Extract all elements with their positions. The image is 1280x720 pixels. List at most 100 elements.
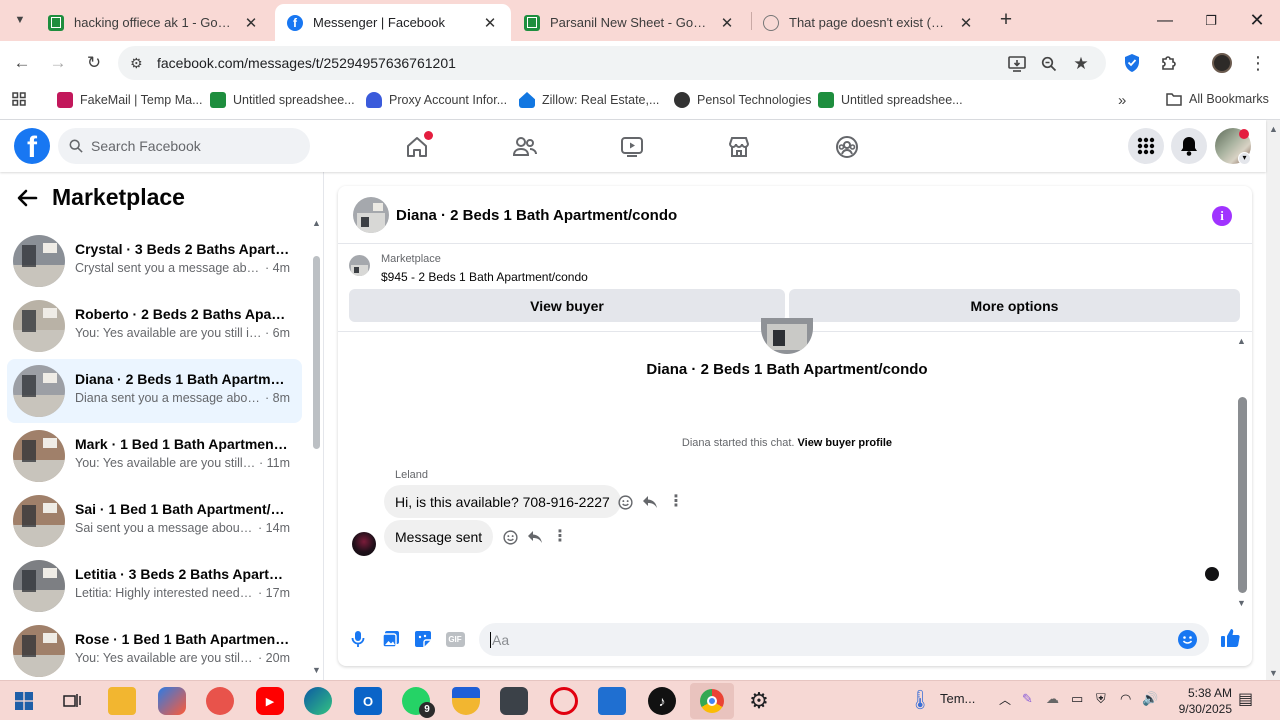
whatsapp-icon[interactable]: 9	[402, 687, 435, 718]
chrome-taskbar-button[interactable]	[690, 683, 734, 719]
conversation-item[interactable]: Rose · 1 Bed 1 Bath Apartment/condo You: …	[7, 619, 302, 683]
pen-icon[interactable]: ✎	[1022, 691, 1033, 707]
conversation-avatar[interactable]	[13, 625, 65, 677]
microsoft-store-icon[interactable]	[598, 687, 626, 715]
system-clock[interactable]: 5:38 AM 9/30/2025	[1166, 685, 1232, 717]
outlook-icon[interactable]: O	[354, 687, 382, 715]
scroll-up-arrow-icon[interactable]: ▲	[312, 218, 321, 228]
view-buyer-button[interactable]: View buyer	[349, 289, 785, 322]
scroll-down-arrow-icon[interactable]: ▼	[312, 665, 321, 675]
more-options-button[interactable]: More options	[789, 289, 1240, 322]
notifications-button[interactable]	[1171, 128, 1207, 164]
chrome-menu-icon[interactable]: ⋮	[1244, 49, 1272, 77]
minimize-icon[interactable]: —	[1142, 0, 1188, 41]
tab-sheets-2[interactable]: Parsanil New Sheet - Google Drive ✕	[512, 4, 748, 41]
listing-avatar[interactable]	[353, 197, 389, 233]
opera-icon[interactable]	[550, 687, 578, 715]
conversation-avatar[interactable]	[13, 300, 65, 352]
more-actions-icon[interactable]: ⋮	[667, 492, 685, 510]
site-settings-icon[interactable]: ⚙	[130, 55, 143, 72]
volume-icon[interactable]: 🔊	[1142, 691, 1158, 707]
show-hidden-icons-chevron-icon[interactable]: ︿	[999, 691, 1011, 708]
edge-icon[interactable]	[304, 687, 332, 715]
battery-saver-icon[interactable]: ▭	[1071, 691, 1083, 707]
conversation-title[interactable]: Diana · 2 Beds 1 Bath Apartment/condo	[396, 207, 677, 224]
tab-sheets-1[interactable]: hacking offiece ak 1 - Google Sheets ✕	[36, 4, 272, 41]
nav-home[interactable]	[400, 130, 434, 164]
close-icon[interactable]: ✕	[481, 14, 499, 32]
back-icon[interactable]: ←	[8, 49, 36, 77]
tab-search-chevron-icon[interactable]: ▼	[6, 6, 34, 34]
search-facebook-input[interactable]: Search Facebook	[58, 128, 310, 164]
nav-watch[interactable]	[615, 130, 649, 164]
new-tab-icon[interactable]: +	[992, 6, 1020, 34]
bookmark-zillow[interactable]: Zillow: Real Estate,...	[519, 92, 659, 108]
emoji-icon[interactable]	[1178, 630, 1197, 649]
zoom-icon[interactable]	[1038, 53, 1060, 75]
more-actions-icon[interactable]: ⋮	[551, 527, 569, 545]
chevron-down-icon[interactable]: ▾	[1238, 152, 1251, 165]
info-icon[interactable]: i	[1212, 206, 1232, 226]
scroll-up-arrow-icon[interactable]: ▲	[1237, 336, 1246, 346]
sender-avatar[interactable]	[352, 532, 376, 556]
bookmark-fakemail[interactable]: FakeMail | Temp Ma...	[57, 92, 203, 108]
reload-icon[interactable]: ↻	[80, 49, 108, 77]
bookmark-spreadsheet-1[interactable]: Untitled spreadshee...	[210, 92, 355, 108]
close-icon[interactable]: ✕	[957, 14, 975, 32]
facebook-logo[interactable]: f	[14, 128, 50, 164]
page-scrollbar[interactable]: ▲ ▼	[1266, 120, 1280, 680]
profile-avatar[interactable]	[1208, 49, 1236, 77]
message-bubble[interactable]: Hi, is this available? 708-916-2227	[384, 485, 621, 518]
conversation-avatar[interactable]	[13, 430, 65, 482]
conversation-item[interactable]: Letitia · 3 Beds 2 Baths Apartment/condo…	[7, 554, 302, 618]
shield-extension-icon[interactable]	[1118, 49, 1146, 77]
close-icon[interactable]: ✕	[242, 14, 260, 32]
conversation-avatar[interactable]	[13, 495, 65, 547]
app-icon[interactable]	[206, 687, 234, 715]
gif-icon[interactable]: GIF	[444, 628, 466, 650]
microphone-icon[interactable]	[347, 628, 369, 650]
url-text[interactable]: facebook.com/messages/t/2529495763676120…	[157, 55, 456, 71]
address-bar[interactable]: ⚙ facebook.com/messages/t/25294957636761…	[118, 46, 1106, 80]
scroll-down-arrow-icon[interactable]: ▼	[1237, 598, 1246, 608]
install-app-icon[interactable]	[1006, 53, 1028, 75]
forward-icon[interactable]: →	[44, 49, 72, 77]
cloud-icon[interactable]: ☁	[1046, 691, 1059, 707]
menu-grid-button[interactable]	[1128, 128, 1164, 164]
windows-start-icon[interactable]	[10, 687, 38, 715]
file-explorer-icon[interactable]	[108, 687, 136, 715]
reply-icon[interactable]	[641, 493, 659, 511]
conversation-item[interactable]: Roberto · 2 Beds 2 Baths Apartment/condo…	[7, 294, 302, 358]
back-arrow-icon[interactable]	[16, 188, 38, 208]
extensions-puzzle-icon[interactable]	[1155, 49, 1183, 77]
tab-messenger[interactable]: f Messenger | Facebook ✕	[275, 4, 511, 41]
weather-text[interactable]: Tem...	[940, 691, 975, 706]
conversation-item[interactable]: Crystal · 3 Beds 2 Baths Apartment/condo…	[7, 229, 302, 293]
vpn-icon[interactable]: ⛨	[1096, 691, 1106, 707]
settings-gear-icon[interactable]: ⚙	[745, 687, 773, 715]
message-thread-scrollbar[interactable]	[1238, 397, 1247, 593]
bookmark-pensol[interactable]: Pensol Technologies	[674, 92, 811, 108]
more-bookmarks-icon[interactable]: »	[1118, 92, 1126, 109]
notification-center-icon[interactable]: ▤	[1238, 689, 1253, 709]
view-buyer-profile-link[interactable]: View buyer profile	[798, 437, 893, 449]
app-icon[interactable]	[500, 687, 528, 715]
tab-404[interactable]: That page doesn't exist (404) - Facebook…	[751, 4, 987, 41]
close-icon[interactable]: ✕	[718, 14, 736, 32]
reply-icon[interactable]	[526, 528, 544, 546]
youtube-icon[interactable]: ▶	[256, 687, 284, 715]
nav-groups[interactable]	[830, 130, 864, 164]
message-bubble[interactable]: Message sent	[384, 520, 494, 553]
apps-grid-icon[interactable]	[12, 92, 26, 106]
conversation-item[interactable]: Sai · 1 Bed 1 Bath Apartment/condo Sai se…	[7, 489, 302, 553]
bookmark-proxy[interactable]: Proxy Account Infor...	[366, 92, 507, 108]
conversation-avatar[interactable]	[13, 365, 65, 417]
conversation-avatar[interactable]	[13, 560, 65, 612]
conversation-list-scrollbar[interactable]	[313, 256, 320, 449]
scroll-up-arrow-icon[interactable]: ▲	[1269, 124, 1278, 134]
bookmark-star-icon[interactable]: ★	[1070, 53, 1092, 75]
all-bookmarks[interactable]: All Bookmarks	[1166, 92, 1269, 106]
conversation-item[interactable]: Mark · 1 Bed 1 Bath Apartment/condo You: …	[7, 424, 302, 488]
nav-marketplace[interactable]	[722, 130, 756, 164]
bookmark-spreadsheet-2[interactable]: Untitled spreadshee...	[818, 92, 963, 108]
